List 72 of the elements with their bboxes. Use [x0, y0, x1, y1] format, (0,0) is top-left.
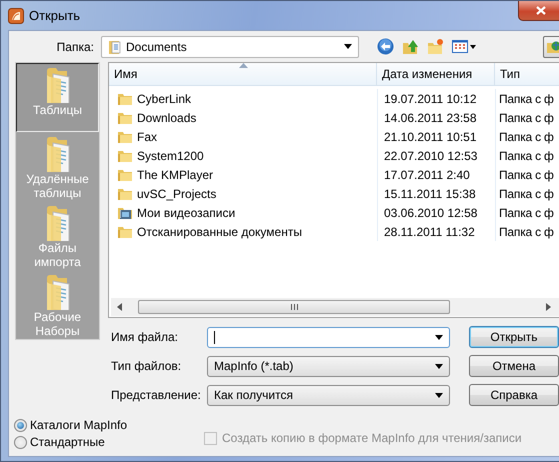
type-cell: Папка с ф [495, 127, 559, 146]
column-header[interactable]: Имя [109, 63, 377, 85]
grip-icon [290, 304, 298, 310]
date-cell: 15.11.2011 15:38 [377, 184, 495, 203]
scrollbar-thumb[interactable] [138, 300, 450, 314]
folder-label: Папка: [56, 40, 95, 54]
dropdown-field[interactable]: MapInfo (*.tab) [207, 356, 450, 376]
folder-icon [117, 224, 133, 238]
folder-icon [117, 130, 133, 144]
folder-icon [117, 110, 133, 124]
dropdown-arrow-icon [344, 44, 352, 49]
scroll-right-icon[interactable] [546, 303, 550, 311]
date-cell: 22.07.2010 12:53 [377, 146, 495, 165]
date-cell: 17.07.2011 2:40 [377, 165, 495, 184]
folder-icon [117, 92, 133, 106]
column-header[interactable]: Тип [495, 63, 559, 85]
scroll-left-icon[interactable] [116, 303, 122, 311]
field-label: Представление: [111, 388, 202, 402]
video-folder-icon [117, 206, 133, 220]
network-folder-button[interactable] [543, 36, 559, 58]
window-title: Открыть [29, 8, 80, 23]
file-name-cell[interactable]: The KMPlayer [109, 165, 377, 184]
type-cell: Папка с ф [495, 222, 559, 241]
date-cell: 19.07.2011 10:12 [377, 89, 495, 108]
file-name-cell[interactable]: Отсканированные документы [109, 222, 377, 241]
dropdown-field[interactable] [207, 326, 450, 348]
dialog-button[interactable]: Справка [469, 384, 559, 406]
up-folder-icon[interactable] [402, 38, 419, 55]
file-name-cell[interactable]: uvSC_Projects [109, 184, 377, 203]
app-icon [8, 8, 24, 24]
new-folder-icon[interactable] [427, 38, 444, 55]
file-name-cell[interactable]: Downloads [109, 108, 377, 127]
folder-icon [117, 186, 133, 200]
field-label: Тип файлов: [111, 359, 182, 373]
file-name-cell[interactable]: Fax [109, 127, 377, 146]
back-icon[interactable] [377, 38, 394, 55]
sort-arrow-icon [239, 63, 248, 68]
radio-label: Каталоги MapInfo [30, 418, 128, 432]
folder-icon [117, 168, 133, 182]
type-cell: Папка с ф [495, 184, 559, 203]
radio-button[interactable] [14, 436, 27, 448]
type-cell: Папка с ф [495, 146, 559, 165]
field-label: Имя файла: [111, 330, 179, 344]
column-header[interactable]: Дата изменения [377, 63, 495, 85]
radio-button[interactable] [14, 418, 27, 432]
close-icon [536, 6, 546, 15]
dialog-button[interactable]: Отмена [469, 355, 559, 377]
file-name-cell[interactable]: Мои видеозаписи [109, 203, 377, 222]
dropdown-field[interactable]: Как получится [207, 384, 450, 406]
radio-label: Стандартные [30, 435, 105, 449]
folder-icon [108, 38, 122, 54]
type-cell: Папка с ф [495, 203, 559, 222]
close-button[interactable] [518, 1, 559, 21]
type-cell: Папка с ф [495, 165, 559, 184]
date-cell: 21.10.2011 10:51 [377, 127, 495, 146]
dialog-button[interactable]: Открыть [469, 326, 559, 348]
folder-dropdown[interactable]: Documents [101, 36, 359, 58]
date-cell: 14.06.2011 23:58 [377, 108, 495, 127]
folder-icon [117, 148, 133, 162]
date-cell: 28.11.2011 11:32 [377, 222, 495, 241]
file-name-cell[interactable]: System1200 [109, 146, 377, 165]
type-cell: Папка с ф [495, 108, 559, 127]
date-cell: 03.06.2010 12:58 [377, 203, 495, 222]
file-name-cell[interactable]: CyberLink [109, 89, 377, 108]
view-menu-icon[interactable] [452, 38, 477, 55]
type-cell: Папка с ф [495, 89, 559, 108]
globe-folder-icon [546, 40, 559, 54]
dropdown-arrow-icon [435, 392, 443, 398]
dropdown-arrow-icon [435, 364, 443, 368]
checkbox-label: Создать копию в формате MapInfo для чтения/записи [222, 431, 522, 445]
horizontal-scrollbar[interactable] [111, 298, 559, 316]
dropdown-arrow-icon [435, 334, 443, 340]
